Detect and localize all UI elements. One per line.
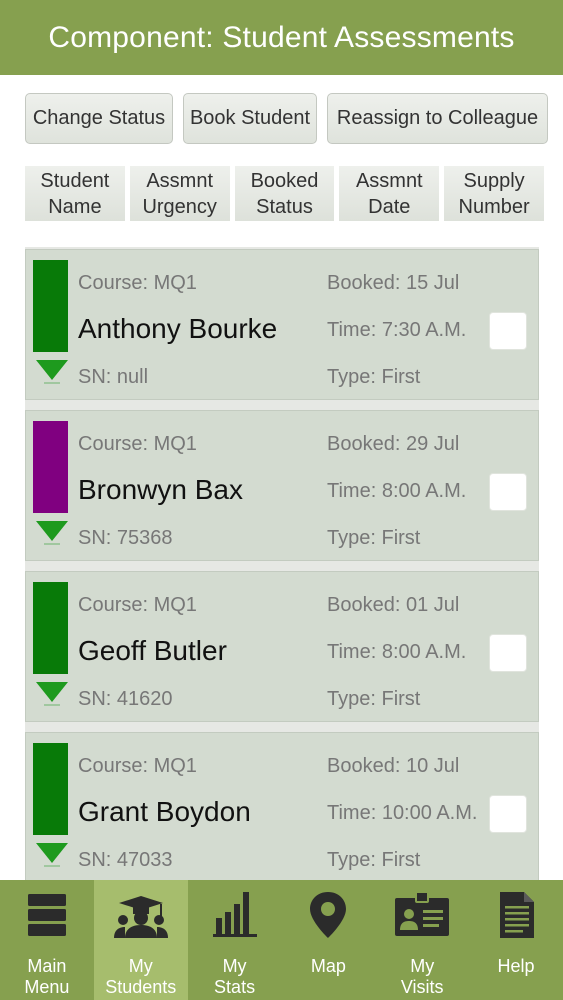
booked-time: Time: 8:00 A.M. bbox=[327, 641, 467, 663]
nav-label: Main bbox=[27, 956, 67, 976]
urgency-triangle-icon bbox=[36, 682, 68, 706]
sort-booked-status[interactable]: Booked Status bbox=[234, 166, 335, 221]
student-card[interactable]: Course: MQ1 Geoff Butler SN: 41620 Booke… bbox=[25, 571, 539, 722]
assessment-type: Type: First bbox=[327, 527, 421, 549]
sort-label: Supply bbox=[463, 169, 525, 192]
sort-label: Date bbox=[368, 195, 411, 218]
nav-label: Menu bbox=[24, 977, 70, 997]
student-name: Grant Boydon bbox=[78, 796, 251, 827]
nav-label: Stats bbox=[214, 977, 256, 997]
nav-label: Students bbox=[105, 977, 177, 997]
course-label: Course: MQ1 bbox=[78, 272, 197, 294]
booked-time: Time: 8:00 A.M. bbox=[327, 480, 467, 502]
reassign-button[interactable]: Reassign to Colleague bbox=[327, 93, 548, 144]
course-label: Course: MQ1 bbox=[78, 755, 197, 777]
document-icon bbox=[500, 892, 535, 938]
nav-label: Visits bbox=[400, 977, 444, 997]
nav-main-menu[interactable]: Main Menu bbox=[0, 880, 94, 1000]
students-icon bbox=[113, 896, 168, 938]
booked-date: Booked: 10 Jul bbox=[327, 755, 460, 777]
student-list[interactable]: Course: MQ1 Anthony Bourke SN: null Book… bbox=[25, 247, 539, 880]
status-color-bar bbox=[33, 260, 68, 352]
map-pin-icon bbox=[310, 892, 347, 938]
student-card[interactable]: Course: MQ1 Bronwyn Bax SN: 75368 Booked… bbox=[25, 410, 539, 561]
supply-number: SN: 75368 bbox=[78, 527, 173, 549]
status-color-bar bbox=[33, 743, 68, 835]
nav-label: My bbox=[410, 956, 435, 976]
sort-label: Name bbox=[48, 195, 102, 218]
nav-map[interactable]: Map bbox=[281, 880, 375, 1000]
page-title: Component: Student Assessments bbox=[48, 20, 515, 54]
select-checkbox[interactable] bbox=[489, 312, 527, 350]
assessment-type: Type: First bbox=[327, 366, 421, 388]
action-toolbar: Change Status Book Student Reassign to C… bbox=[25, 93, 548, 144]
student-name: Anthony Bourke bbox=[78, 313, 278, 344]
sort-label: Urgency bbox=[142, 195, 217, 218]
bottom-nav: Main Menu My Students My Stats Map My Vi… bbox=[0, 880, 563, 1000]
book-student-button[interactable]: Book Student bbox=[183, 93, 317, 144]
student-name: Geoff Butler bbox=[78, 635, 227, 666]
sort-student-name[interactable]: Student Name bbox=[25, 166, 125, 221]
booked-date: Booked: 01 Jul bbox=[327, 594, 460, 616]
sort-label: Student bbox=[40, 169, 110, 192]
nav-my-stats[interactable]: My Stats bbox=[188, 880, 282, 1000]
sort-label: Status bbox=[256, 195, 313, 218]
sort-label: Assmnt bbox=[355, 169, 423, 192]
student-card[interactable]: Course: MQ1 Anthony Bourke SN: null Book… bbox=[25, 249, 539, 400]
app-header: Component: Student Assessments bbox=[0, 0, 563, 75]
status-color-bar bbox=[33, 421, 68, 513]
sort-label: Number bbox=[458, 195, 530, 218]
nav-label: Map bbox=[310, 956, 346, 976]
sort-bar: Student Name Assmnt Urgency Booked Status A… bbox=[25, 166, 544, 221]
nav-help[interactable]: Help bbox=[469, 880, 563, 1000]
nav-label: My bbox=[128, 956, 153, 976]
select-checkbox[interactable] bbox=[489, 473, 527, 511]
assessment-type: Type: First bbox=[327, 688, 421, 710]
change-status-button[interactable]: Change Status bbox=[25, 93, 173, 144]
stack-icon bbox=[27, 894, 66, 936]
student-card[interactable]: Course: MQ1 Grant Boydon SN: 47033 Booke… bbox=[25, 732, 539, 880]
sort-assmnt-date[interactable]: Assmnt Date bbox=[339, 166, 440, 221]
student-name: Bronwyn Bax bbox=[78, 474, 243, 505]
nav-label: Help bbox=[497, 956, 535, 976]
booked-date: Booked: 29 Jul bbox=[327, 433, 460, 455]
supply-number: SN: 41620 bbox=[78, 688, 173, 710]
status-color-bar bbox=[33, 582, 68, 674]
nav-my-visits[interactable]: My Visits bbox=[375, 880, 469, 1000]
urgency-triangle-icon bbox=[36, 843, 68, 867]
sort-supply-number[interactable]: Supply Number bbox=[444, 166, 544, 221]
bar-chart-icon bbox=[212, 892, 257, 937]
urgency-triangle-icon bbox=[36, 360, 68, 384]
course-label: Course: MQ1 bbox=[78, 433, 197, 455]
booked-time: Time: 7:30 A.M. bbox=[327, 319, 467, 341]
booked-time: Time: 10:00 A.M. bbox=[327, 802, 478, 824]
booked-date: Booked: 15 Jul bbox=[327, 272, 460, 294]
urgency-triangle-icon bbox=[36, 521, 68, 545]
sort-label: Assmnt bbox=[146, 169, 214, 192]
course-label: Course: MQ1 bbox=[78, 594, 197, 616]
nav-my-students[interactable]: My Students bbox=[93, 880, 188, 1000]
supply-number: SN: null bbox=[78, 366, 149, 388]
sort-label: Booked bbox=[250, 169, 319, 192]
select-checkbox[interactable] bbox=[489, 634, 527, 672]
assessment-type: Type: First bbox=[327, 849, 421, 871]
select-checkbox[interactable] bbox=[489, 795, 527, 833]
nav-label: My bbox=[222, 956, 247, 976]
sort-assmnt-urgency[interactable]: Assmnt Urgency bbox=[129, 166, 230, 221]
id-badge-icon bbox=[395, 891, 450, 936]
supply-number: SN: 47033 bbox=[78, 849, 173, 871]
